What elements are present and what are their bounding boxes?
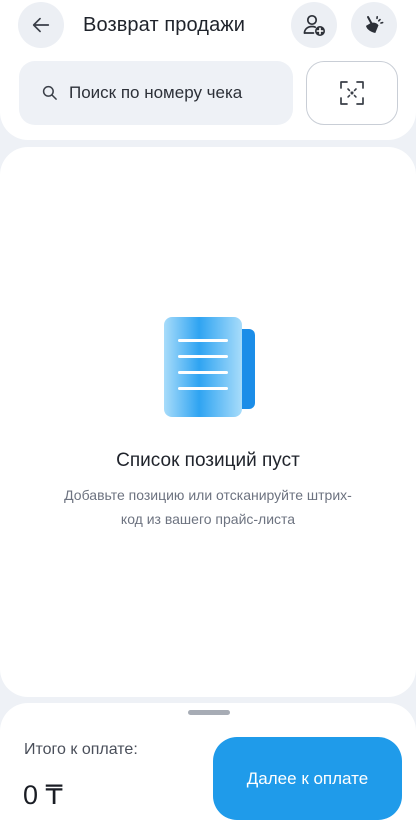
drag-handle[interactable] bbox=[188, 710, 230, 715]
checkout-panel: Итого к оплате: 0 ₸ Далее к оплате bbox=[0, 703, 416, 829]
broom-icon bbox=[366, 16, 384, 33]
clear-cart-button[interactable] bbox=[351, 2, 397, 48]
page-title: Возврат продажи bbox=[83, 14, 246, 36]
search-icon bbox=[42, 85, 57, 100]
document-list-icon bbox=[164, 317, 255, 417]
total-amount: 0 ₸ bbox=[23, 780, 63, 810]
barcode-scan-icon bbox=[340, 81, 364, 105]
header: Возврат продажи bbox=[0, 0, 416, 140]
screen: Возврат продажи Поиск по номеру чека Спи… bbox=[0, 0, 416, 829]
back-button[interactable] bbox=[18, 2, 64, 48]
user-plus-icon bbox=[303, 14, 325, 36]
arrow-left-icon bbox=[32, 17, 50, 33]
add-client-button[interactable] bbox=[291, 2, 337, 48]
search-input[interactable] bbox=[69, 83, 289, 103]
proceed-to-payment-button[interactable]: Далее к оплате bbox=[213, 737, 402, 820]
scan-barcode-button[interactable] bbox=[306, 61, 398, 125]
empty-state-title: Список позиций пуст bbox=[116, 450, 300, 471]
search-box[interactable] bbox=[19, 61, 293, 125]
empty-state-description: Добавьте позицию или отсканируйте штрих-… bbox=[64, 487, 352, 527]
total-label: Итого к оплате: bbox=[24, 741, 138, 758]
items-list-panel: Список позиций пуст Добавьте позицию или… bbox=[0, 147, 416, 697]
